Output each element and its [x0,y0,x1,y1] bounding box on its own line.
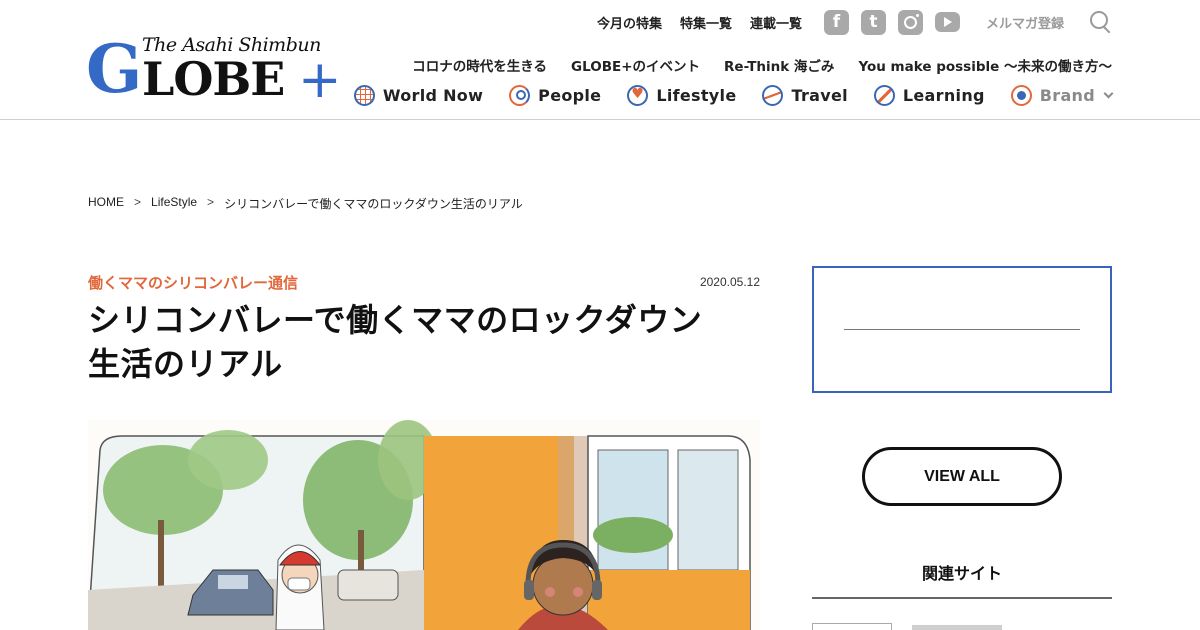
feature-link-rethink[interactable]: Re-Think 海ごみ [724,55,834,75]
person-icon [509,84,531,106]
ad-divider [844,329,1080,330]
article-title-line: 生活のリアル [88,345,283,383]
article-title-line: シリコンバレーで働くママのロックダウン [88,301,703,339]
globe-icon [353,84,375,106]
pencil-icon [873,84,895,106]
related-site-thumbnail[interactable] [812,623,892,630]
facebook-icon[interactable]: f [823,9,849,35]
instagram-icon[interactable] [897,9,923,35]
category-lifestyle[interactable]: Lifestyle [627,84,737,106]
view-all-button[interactable]: VIEW ALL [862,447,1062,506]
twitter-icon[interactable]: t [860,9,886,35]
category-people[interactable]: People [509,84,602,106]
breadcrumb-separator: > [207,195,215,209]
plane-icon [762,84,784,106]
article-hero-illustration [88,420,760,630]
category-travel[interactable]: Travel [762,84,848,106]
category-label: Lifestyle [656,85,737,105]
breadcrumb-separator: > [134,195,142,209]
chevron-down-icon [1103,88,1114,98]
category-learning[interactable]: Learning [873,84,985,106]
feature-nav: コロナの時代を生きる GLOBE+のイベント Re-Think 海ごみ You … [412,54,1112,76]
publish-date: 2020.05.12 [699,275,760,289]
category-label: People [538,85,602,105]
breadcrumb-home[interactable]: HOME [88,195,124,212]
logo-plus: + [298,50,342,110]
related-site-label[interactable] [912,625,1002,630]
category-world-now[interactable]: World Now [353,84,484,106]
breadcrumb: HOME > LifeStyle > シリコンバレーで働くママのロックダウン生活… [88,195,523,212]
series-list-link[interactable]: 連載一覧 [750,13,802,32]
newsletter-link[interactable]: メルマガ登録 [986,13,1064,32]
category-brand[interactable]: Brand [1010,84,1114,106]
ad-banner[interactable] [812,266,1112,393]
utility-nav: 今月の特集 特集一覧 連載一覧 f t メルマガ登録 [597,8,1112,36]
heart-icon [627,84,649,106]
category-label: Travel [791,85,848,105]
feature-link-future-work[interactable]: You make possible ～未来の働き方～ [858,55,1112,75]
breadcrumb-current: シリコンバレーで働くママのロックダウン生活のリアル [224,197,523,211]
feature-link-corona[interactable]: コロナの時代を生きる [412,55,547,75]
logo-wordmark: LOBE [142,52,285,106]
article-title: シリコンバレーで働くママのロックダウン 生活のリアル [88,298,768,386]
related-sites-divider [812,597,1112,599]
social-links: f t [823,9,960,35]
category-label: Learning [902,85,985,105]
search-icon[interactable] [1090,11,1112,33]
breadcrumb-section[interactable]: LifeStyle [151,195,197,212]
related-sites-heading: 関連サイト [921,564,1002,583]
eye-icon [1010,84,1032,106]
globe-plus-logo[interactable]: The Asahi Shimbun G LOBE + [86,34,346,106]
category-label: World Now [382,85,484,105]
category-nav: World Now People Lifestyle Travel Learni… [353,82,1114,108]
logo-letter-g: G [86,30,143,108]
feature-list-link[interactable]: 特集一覧 [680,13,732,32]
feature-link-events[interactable]: GLOBE+のイベント [571,55,700,75]
site-header: The Asahi Shimbun G LOBE + 今月の特集 特集一覧 連載… [0,0,1200,120]
category-label: Brand [1039,85,1095,105]
hero-illustration-drawing [88,420,751,630]
youtube-icon[interactable] [934,12,960,32]
monthly-feature-link[interactable]: 今月の特集 [597,13,662,32]
series-label[interactable]: 働くママのシリコンバレー通信 [88,272,298,293]
